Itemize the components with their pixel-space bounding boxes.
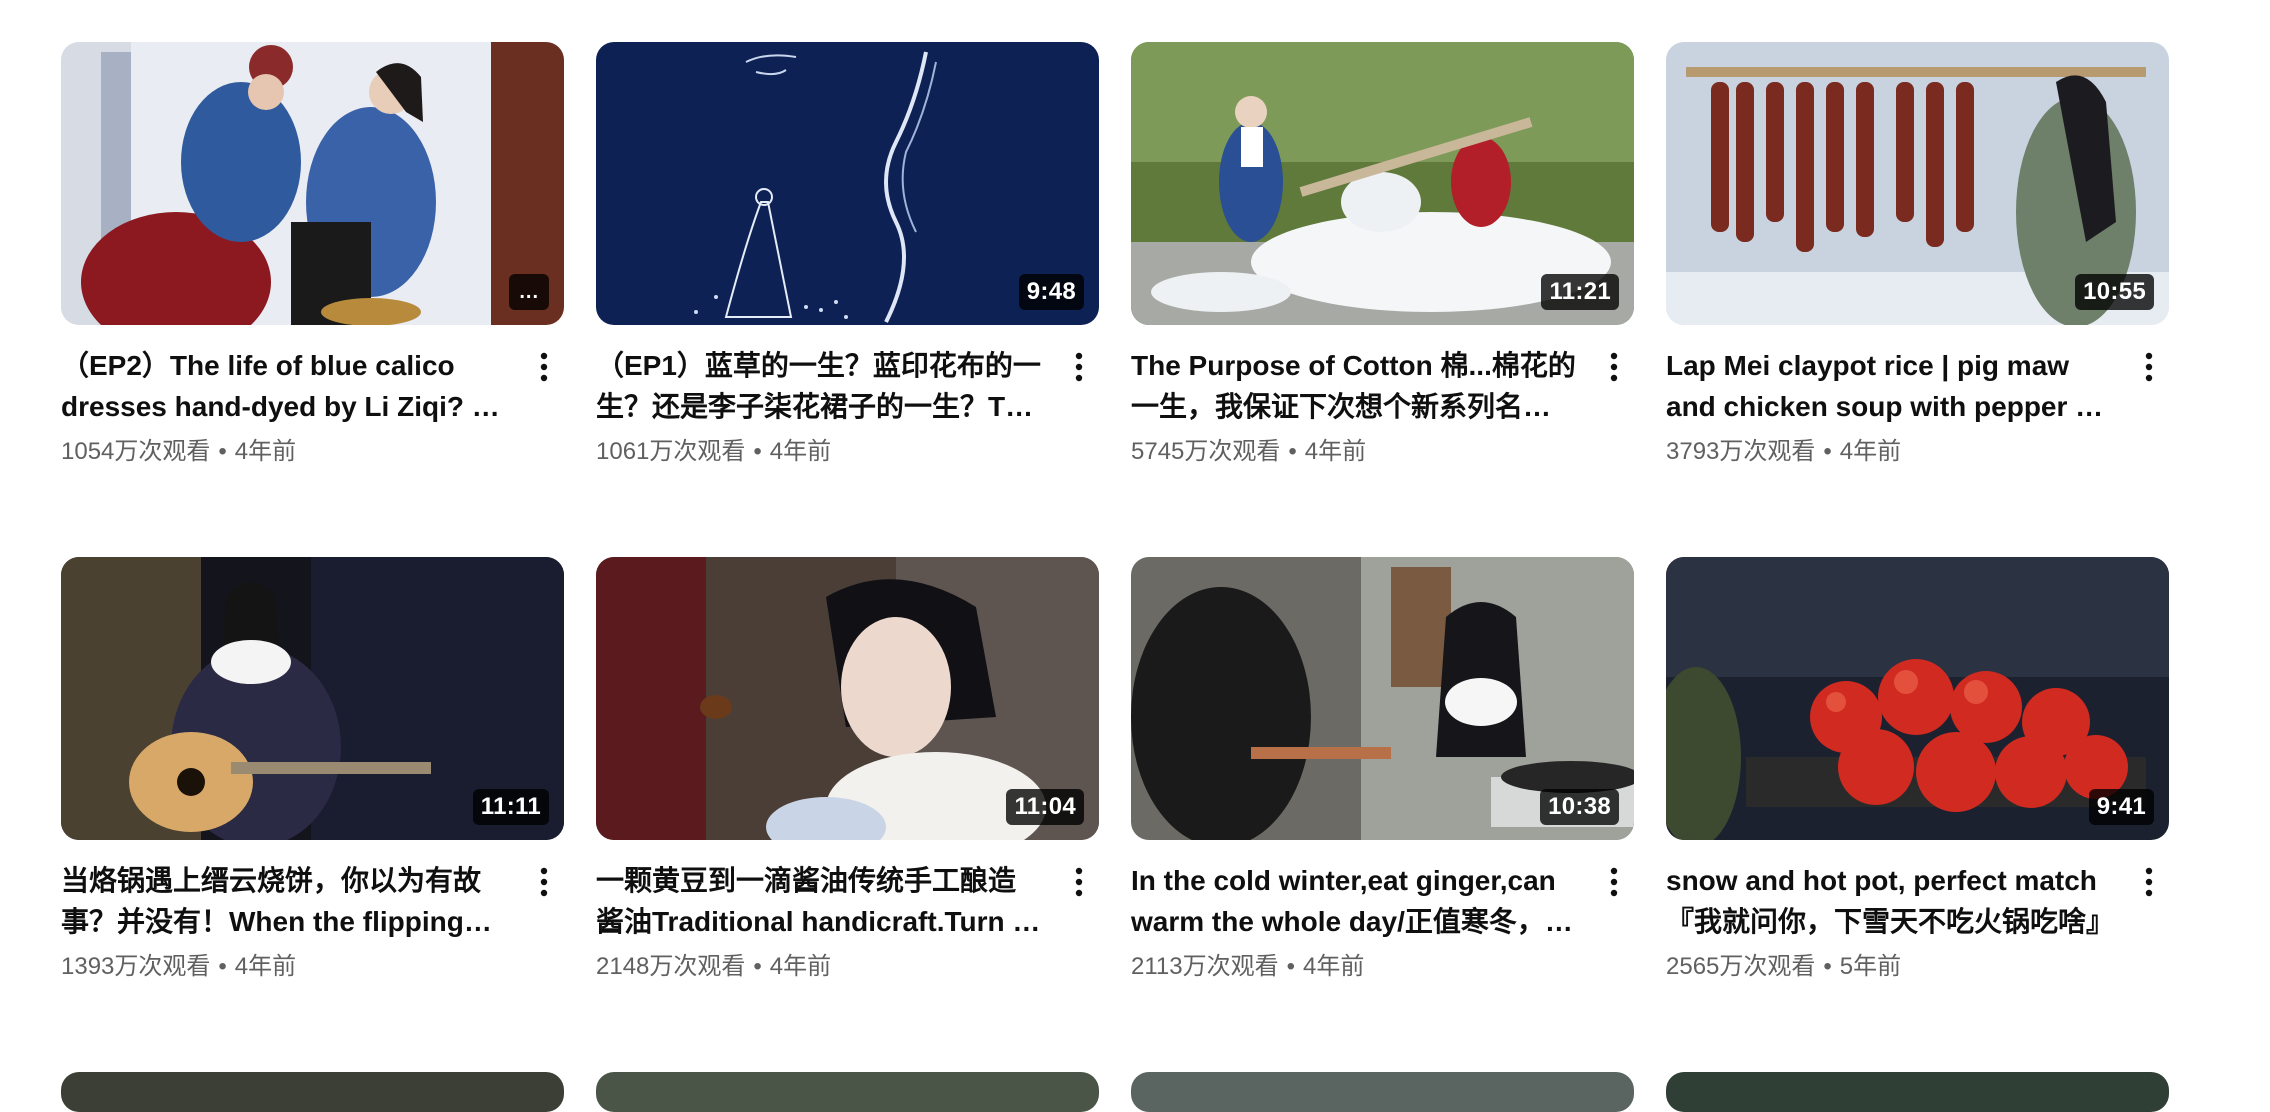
video-metadata: 1061万次观看 • 4年前: [596, 437, 1043, 467]
view-count: 2565万次观看: [1666, 953, 1816, 980]
more-vert-icon: [2145, 867, 2153, 897]
video-thumbnail-partial[interactable]: [596, 1072, 1099, 1112]
video-metadata: 2113万次观看 • 4年前: [1131, 952, 1578, 982]
video-title[interactable]: 一颗黄豆到一滴酱油传统手工酿造酱油Traditional handicraft.…: [596, 860, 1043, 942]
video-card[interactable]: 11:21 The Purpose of Cotton 棉...棉花的一生，我保…: [1131, 42, 1634, 557]
upload-age: 4年前: [769, 953, 832, 980]
video-thumbnail[interactable]: 11:04: [596, 557, 1099, 840]
video-thumbnail-partial[interactable]: [61, 1072, 564, 1112]
video-duration: 9:48: [1018, 274, 1084, 310]
view-count: 1393万次观看: [61, 953, 211, 980]
video-duration: 9:41: [2088, 789, 2154, 825]
video-card[interactable]: ... （EP2）The life of blue calico dresses…: [61, 42, 564, 557]
video-card[interactable]: 11:11 当烙锅遇上缙云烧饼，你以为有故事？并没有！When the flip…: [61, 557, 564, 1072]
video-title[interactable]: snow and hot pot, perfect match 『我就问你，下雪…: [1666, 860, 2113, 942]
video-title[interactable]: Lap Mei claypot rice | pig maw and chick…: [1666, 345, 2113, 427]
separator: •: [218, 438, 227, 465]
video-grid: ... （EP2）The life of blue calico dresses…: [61, 42, 2203, 1072]
video-details: The Purpose of Cotton 棉...棉花的一生，我保证下次想个新…: [1131, 345, 1634, 467]
video-card[interactable]: 9:41 snow and hot pot, perfect match 『我就…: [1666, 557, 2169, 1072]
video-metadata: 2148万次观看 • 4年前: [596, 952, 1043, 982]
video-metadata: 1393万次观看 • 4年前: [61, 952, 508, 982]
more-options-button[interactable]: [1059, 347, 1099, 387]
view-count: 2148万次观看: [596, 953, 746, 980]
view-count: 2113万次观看: [1131, 953, 1279, 980]
more-options-button[interactable]: [1594, 862, 1634, 902]
video-title[interactable]: 当烙锅遇上缙云烧饼，你以为有故事？并没有！When the flipping p…: [61, 860, 508, 942]
thumbnail-image: [61, 42, 564, 325]
more-vert-icon: [2145, 352, 2153, 382]
video-thumbnail[interactable]: 10:38: [1131, 557, 1634, 840]
more-options-button[interactable]: [1594, 347, 1634, 387]
video-details: 一颗黄豆到一滴酱油传统手工酿造酱油Traditional handicraft.…: [596, 860, 1099, 982]
more-options-button[interactable]: [2129, 347, 2169, 387]
video-title[interactable]: （EP2）The life of blue calico dresses han…: [61, 345, 508, 427]
separator: •: [1286, 953, 1296, 980]
more-vert-icon: [1075, 867, 1083, 897]
video-title[interactable]: （EP1）蓝草的一生？蓝印花布的一生？还是李子柒花裙子的一生？The life …: [596, 345, 1043, 427]
separator: •: [1823, 953, 1832, 980]
more-vert-icon: [1610, 352, 1618, 382]
video-details: Lap Mei claypot rice | pig maw and chick…: [1666, 345, 2169, 467]
more-options-button[interactable]: [2129, 862, 2169, 902]
view-count: 1054万次观看: [61, 438, 211, 465]
video-thumbnail[interactable]: 11:21: [1131, 42, 1634, 325]
video-duration: ...: [509, 274, 549, 310]
upload-age: 4年前: [1304, 438, 1367, 465]
video-details: （EP2）The life of blue calico dresses han…: [61, 345, 564, 467]
video-details: 当烙锅遇上缙云烧饼，你以为有故事？并没有！When the flipping p…: [61, 860, 564, 982]
separator: •: [218, 953, 227, 980]
more-vert-icon: [1075, 352, 1083, 382]
more-options-button[interactable]: [524, 347, 564, 387]
view-count: 3793万次观看: [1666, 438, 1816, 465]
video-title[interactable]: The Purpose of Cotton 棉...棉花的一生，我保证下次想个新…: [1131, 345, 1578, 427]
video-duration: 10:55: [2075, 274, 2154, 310]
more-vert-icon: [1610, 867, 1618, 897]
more-options-button[interactable]: [1059, 862, 1099, 902]
video-metadata: 1054万次观看 • 4年前: [61, 437, 508, 467]
more-vert-icon: [540, 867, 548, 897]
video-thumbnail[interactable]: 11:11: [61, 557, 564, 840]
video-thumbnail-partial[interactable]: [1131, 1072, 1634, 1112]
video-details: In the cold winter,eat ginger,can warm t…: [1131, 860, 1634, 982]
separator: •: [1823, 438, 1832, 465]
video-duration: 11:04: [1006, 789, 1084, 825]
video-card[interactable]: 10:38 In the cold winter,eat ginger,can …: [1131, 557, 1634, 1072]
video-card[interactable]: 11:04 一颗黄豆到一滴酱油传统手工酿造酱油Traditional handi…: [596, 557, 1099, 1072]
upload-age: 4年前: [1303, 953, 1365, 980]
video-details: （EP1）蓝草的一生？蓝印花布的一生？还是李子柒花裙子的一生？The life …: [596, 345, 1099, 467]
view-count: 5745万次观看: [1131, 438, 1281, 465]
video-thumbnail-partial[interactable]: [1666, 1072, 2169, 1112]
video-title[interactable]: In the cold winter,eat ginger,can warm t…: [1131, 860, 1578, 942]
video-duration: 11:21: [1541, 274, 1619, 310]
more-options-button[interactable]: [524, 862, 564, 902]
video-duration: 10:38: [1540, 789, 1619, 825]
video-details: snow and hot pot, perfect match 『我就问你，下雪…: [1666, 860, 2169, 982]
view-count: 1061万次观看: [596, 438, 746, 465]
upload-age: 4年前: [234, 438, 297, 465]
video-card[interactable]: 10:55 Lap Mei claypot rice | pig maw and…: [1666, 42, 2169, 557]
upload-age: 4年前: [234, 953, 297, 980]
upload-age: 4年前: [1839, 438, 1902, 465]
separator: •: [753, 953, 762, 980]
video-thumbnail[interactable]: 9:48: [596, 42, 1099, 325]
video-card[interactable]: 9:48 （EP1）蓝草的一生？蓝印花布的一生？还是李子柒花裙子的一生？The …: [596, 42, 1099, 557]
video-thumbnail[interactable]: 9:41: [1666, 557, 2169, 840]
video-thumbnail[interactable]: 10:55: [1666, 42, 2169, 325]
video-duration: 11:11: [472, 789, 549, 825]
video-metadata: 5745万次观看 • 4年前: [1131, 437, 1578, 467]
video-metadata: 3793万次观看 • 4年前: [1666, 437, 2113, 467]
video-metadata: 2565万次观看 • 5年前: [1666, 952, 2113, 982]
more-vert-icon: [540, 352, 548, 382]
separator: •: [753, 438, 762, 465]
video-thumbnail[interactable]: ...: [61, 42, 564, 325]
upload-age: 5年前: [1839, 953, 1902, 980]
separator: •: [1288, 438, 1297, 465]
upload-age: 4年前: [769, 438, 832, 465]
